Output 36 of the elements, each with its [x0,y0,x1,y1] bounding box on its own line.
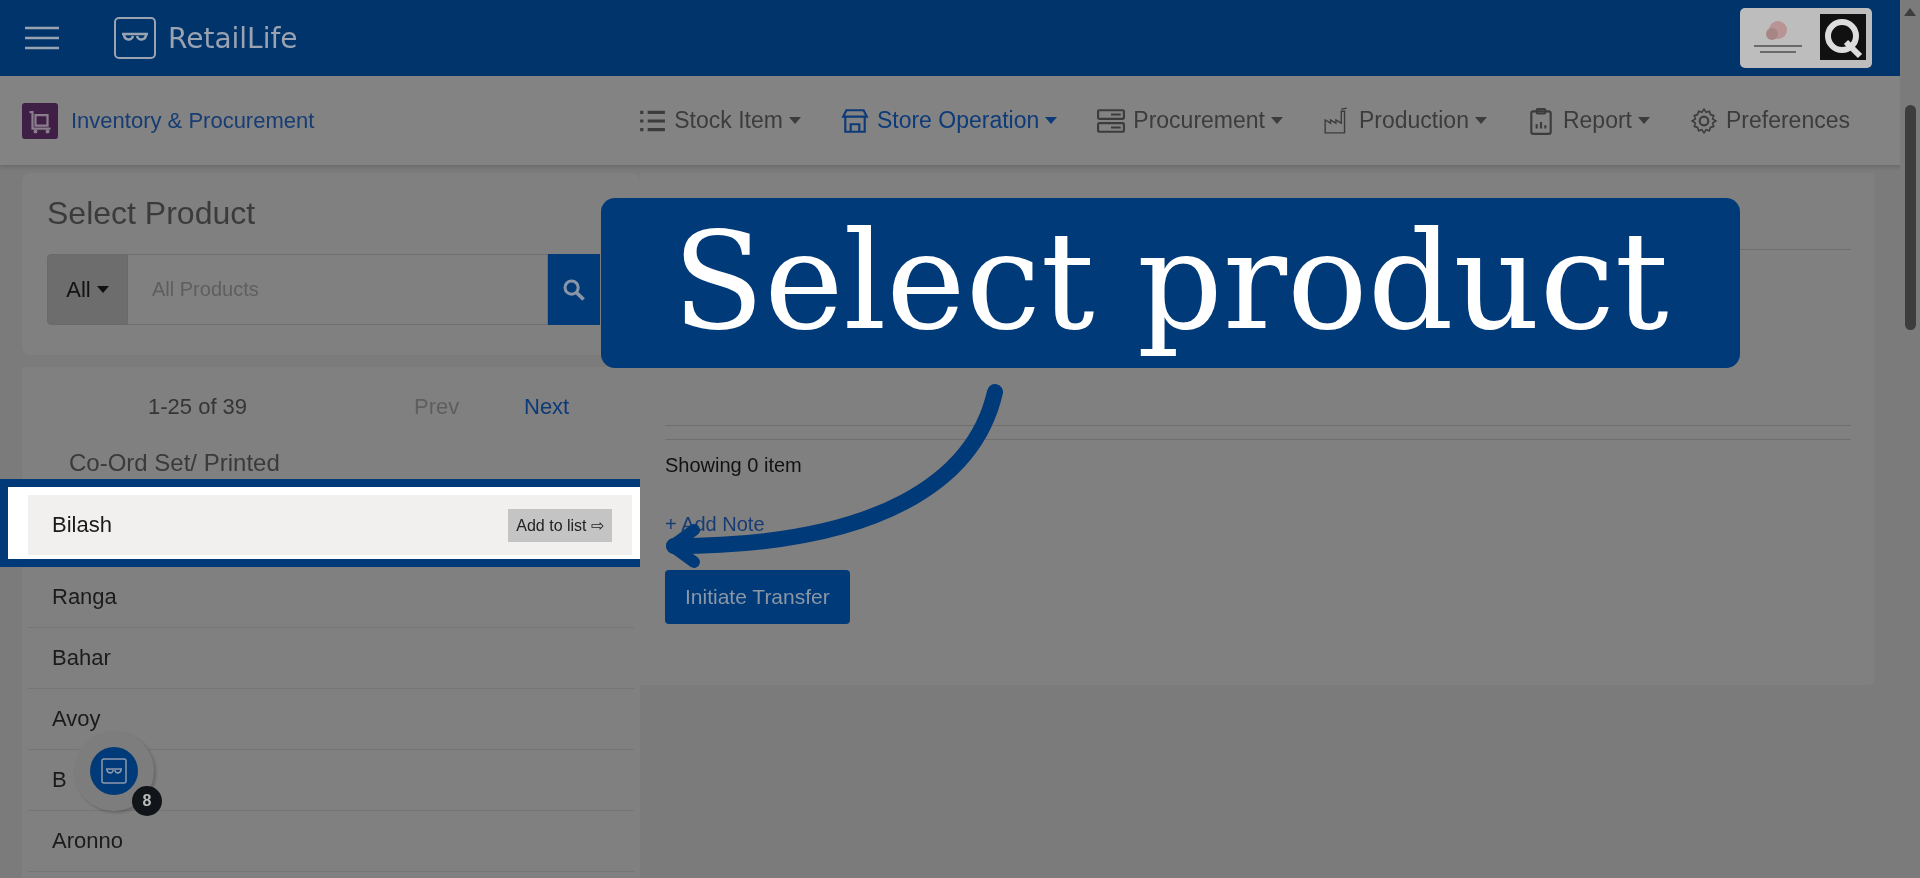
product-name: Avoy [52,706,101,732]
next-link[interactable]: Next [524,394,634,420]
initiate-transfer-button[interactable]: Initiate Transfer [665,570,850,624]
product-row[interactable]: Bilash Add to list ⇨ [28,495,632,555]
nav-menu-item[interactable]: Store Operation [840,106,1058,135]
storefront-icon [840,106,869,135]
search-button[interactable] [548,254,600,325]
item-count: Showing 0 item [665,454,803,477]
nav-menu-item[interactable]: Preferences [1690,106,1850,135]
callout-text: Select product [672,209,1669,357]
drawers-icon [1097,106,1126,135]
product-name: Ranga [52,584,117,610]
page-range: 1-25 of 39 [148,394,249,420]
product-name: Aronno [52,828,123,854]
product-row[interactable]: Bahar [28,628,634,689]
nav-menu-item[interactable]: Report [1526,106,1650,135]
search-icon [562,277,586,302]
store-logo[interactable] [1740,8,1872,68]
module-title[interactable]: Inventory & Procurement [71,107,315,134]
nav-menu-item[interactable]: Procurement [1097,106,1283,135]
nav-menu-item[interactable]: Production [1322,106,1487,135]
product-name: Bilash [52,512,112,538]
panel-title: Select Product [47,195,257,232]
product-row[interactable]: Ranga [28,567,634,628]
cart-icon [22,102,58,139]
glasses-icon [90,747,138,795]
product-name: B [52,767,67,793]
nav-menu-item[interactable]: Stock Item [638,106,801,135]
filter-dropdown[interactable]: All [47,254,128,325]
product-name: Bahar [52,645,111,671]
glasses-logo-icon [114,17,156,59]
add-to-list-button[interactable]: Add to list ⇨ [508,508,612,542]
menu-icon[interactable] [25,26,59,50]
category-heading: Co-Ord Set/ Printed [68,448,281,478]
settings-icon [1690,106,1718,135]
app-name: RetailLife [168,21,298,55]
